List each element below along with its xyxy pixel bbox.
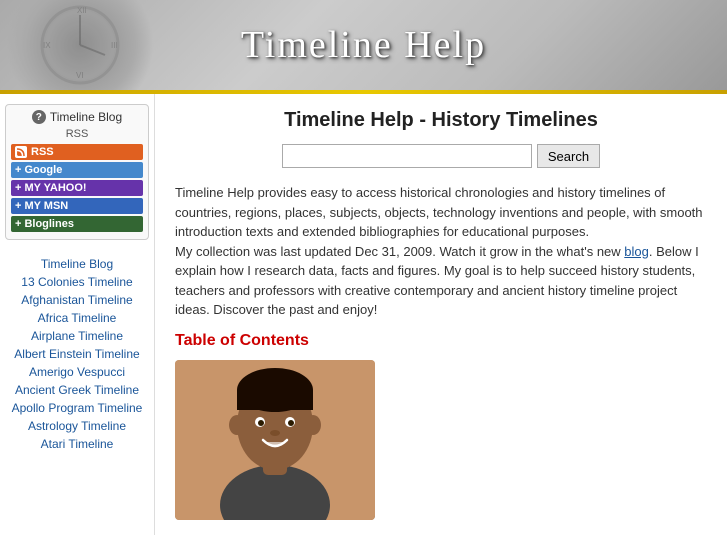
sidebar-item-atari[interactable]: Atari Timeline — [5, 435, 149, 453]
sidebar-item-einstein[interactable]: Albert Einstein Timeline — [5, 345, 149, 363]
rss-subscribe-button[interactable]: RSS — [11, 144, 143, 160]
description-text: Timeline Help provides easy to access hi… — [175, 183, 707, 320]
msn-subscribe-button[interactable]: + MY MSN — [11, 198, 143, 214]
sidebar-item-13-colonies[interactable]: 13 Colonies Timeline — [5, 273, 149, 291]
sidebar-item-africa[interactable]: Africa Timeline — [5, 309, 149, 327]
search-input[interactable] — [282, 144, 532, 168]
blog-box-title: Timeline Blog — [50, 110, 122, 124]
svg-text:III: III — [111, 41, 118, 50]
description-paragraph-1: Timeline Help provides easy to access hi… — [175, 183, 707, 242]
sidebar: ? Timeline Blog RSS RSS + Google + MY YA… — [0, 94, 155, 535]
plus-icon: + — [15, 182, 21, 194]
svg-text:IX: IX — [43, 41, 51, 50]
rss-icon — [15, 146, 27, 158]
sidebar-navigation: Timeline Blog 13 Colonies Timeline Afgha… — [5, 250, 149, 453]
plus-icon: + — [15, 200, 21, 212]
rss-button-label: RSS — [31, 146, 54, 158]
google-button-label: Google — [24, 164, 62, 176]
blog-box-subtitle: RSS — [11, 128, 143, 140]
person-photo — [175, 360, 375, 520]
search-button[interactable]: Search — [537, 144, 600, 168]
page-title: Timeline Help - History Timelines — [175, 109, 707, 132]
svg-text:XII: XII — [77, 6, 87, 15]
svg-text:VI: VI — [76, 71, 84, 80]
sidebar-item-airplane[interactable]: Airplane Timeline — [5, 327, 149, 345]
sidebar-item-vespucci[interactable]: Amerigo Vespucci — [5, 363, 149, 381]
bloglines-button-label: Bloglines — [24, 218, 74, 230]
sidebar-item-ancient-greek[interactable]: Ancient Greek Timeline — [5, 381, 149, 399]
msn-button-label: MY MSN — [24, 200, 68, 212]
blog-subscription-box: ? Timeline Blog RSS RSS + Google + MY YA… — [5, 104, 149, 240]
sidebar-item-apollo[interactable]: Apollo Program Timeline — [5, 399, 149, 417]
description-text-2a: My collection was last updated Dec 31, 2… — [175, 244, 624, 259]
page-header: XII III VI IX Timeline Help — [0, 0, 727, 90]
plus-icon: + — [15, 218, 21, 230]
main-content: Timeline Help - History Timelines Search… — [155, 94, 727, 535]
description-paragraph-2: My collection was last updated Dec 31, 2… — [175, 242, 707, 320]
blog-link[interactable]: blog — [624, 244, 649, 259]
sidebar-item-timeline-blog[interactable]: Timeline Blog — [5, 255, 149, 273]
sidebar-item-astrology[interactable]: Astrology Timeline — [5, 417, 149, 435]
google-subscribe-button[interactable]: + Google — [11, 162, 143, 178]
site-title: Timeline Help — [241, 23, 486, 67]
plus-icon: + — [15, 164, 21, 176]
sidebar-item-afghanistan[interactable]: Afghanistan Timeline — [5, 291, 149, 309]
toc-heading: Table of Contents — [175, 332, 707, 350]
search-bar: Search — [175, 144, 707, 168]
yahoo-button-label: MY YAHOO! — [24, 182, 86, 194]
yahoo-subscribe-button[interactable]: + MY YAHOO! — [11, 180, 143, 196]
bloglines-subscribe-button[interactable]: + Bloglines — [11, 216, 143, 232]
help-icon: ? — [32, 110, 46, 124]
